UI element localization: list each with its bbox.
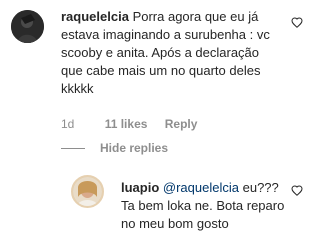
reply-username[interactable]: luapio (121, 180, 159, 195)
mention-link[interactable]: @raquelelcia (163, 180, 239, 195)
heart-icon[interactable] (291, 183, 303, 201)
comment-text: luapio @raquelelcia eu??? Ta bem loka ne… (121, 179, 286, 233)
reply-comment: luapio @raquelelcia eu??? Ta bem loka ne… (0, 0, 307, 247)
avatar[interactable] (71, 175, 104, 208)
